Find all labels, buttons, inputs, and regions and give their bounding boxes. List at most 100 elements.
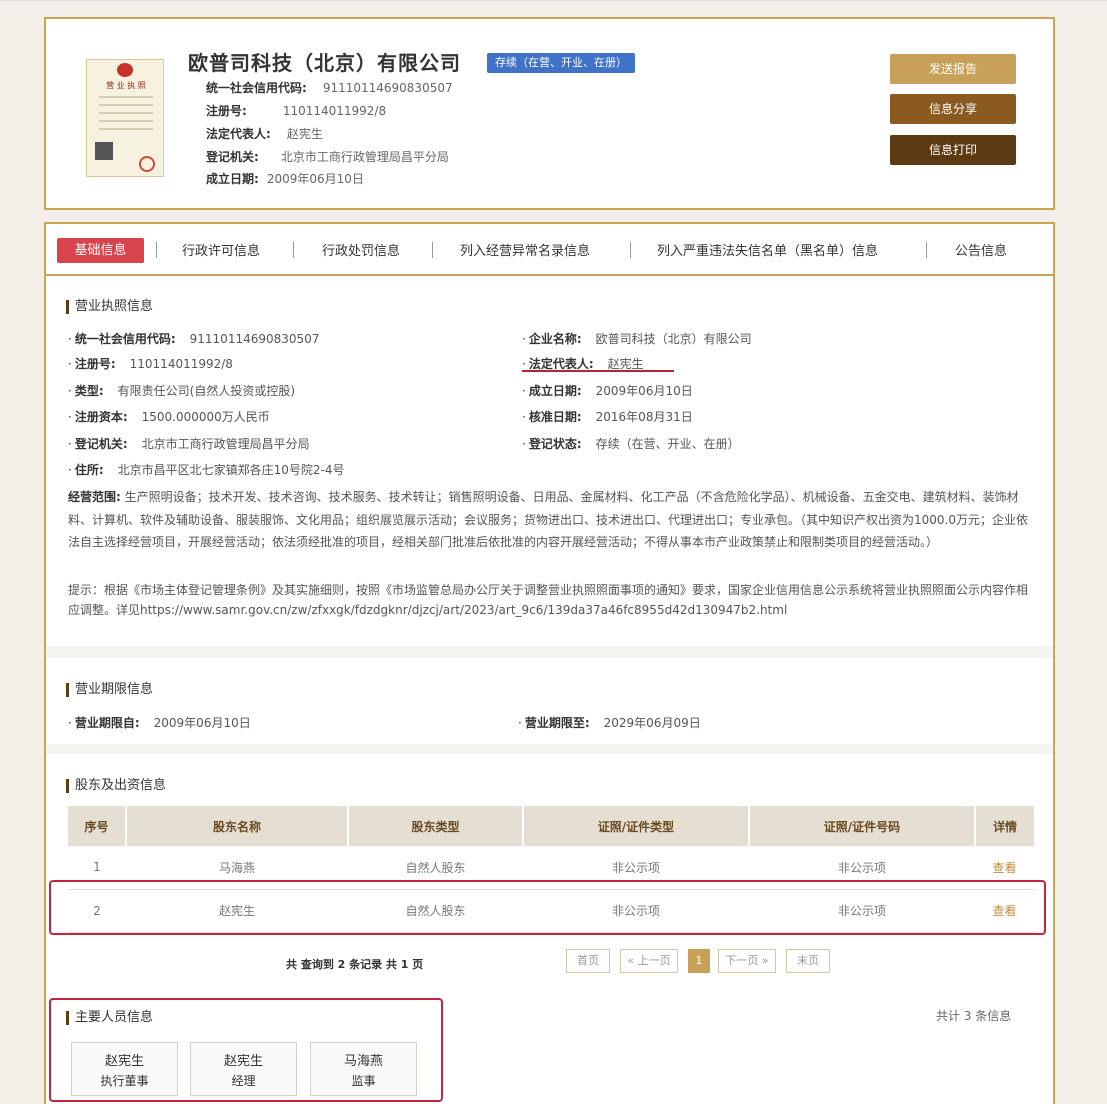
legal-rep-highlight [522, 370, 674, 372]
share-info-button[interactable]: 信息分享 [890, 94, 1016, 124]
field-value: 1500.000000万人民币 [141, 410, 270, 424]
license-line [99, 112, 153, 114]
business-scope-text: 生产照明设备；技术开发、技术咨询、技术服务、技术转让；销售照明设备、日用品、金属… [68, 490, 1028, 549]
field-founded-date: · 成立日期: 2009年06月10日 [522, 384, 693, 398]
national-emblem-icon [117, 63, 133, 77]
field-approval-date: · 核准日期: 2016年08月31日 [522, 410, 693, 424]
field-label: 类型: [74, 384, 104, 398]
field-label: 住所: [74, 463, 104, 477]
tab-admin-license[interactable]: 行政许可信息 [182, 240, 260, 259]
company-header-card: 营 业 执 照 欧普司科技（北京）有限公司 存续（在营、开业、在册） 统一社会信… [44, 17, 1055, 210]
license-line [99, 104, 153, 106]
header-reg-number: 注册号: 110114011992/8 [206, 102, 386, 119]
staff-role: 监事 [351, 1074, 376, 1088]
license-line [99, 96, 153, 98]
field-label: 统一社会信用代码: [74, 332, 176, 346]
field-label: 营业期限自: [74, 716, 140, 730]
field-reg-status: · 登记状态: 存续（在营、开业、在册） [522, 437, 740, 451]
business-license-thumbnail[interactable]: 营 业 执 照 [86, 59, 164, 177]
staff-section-title: 主要人员信息 [66, 1011, 153, 1025]
main-info-card: 基础信息 行政许可信息 行政处罚信息 列入经营异常名录信息 列入严重违法失信名单… [44, 222, 1055, 1104]
field-label: 注册号: [206, 104, 247, 118]
pager-prev-button[interactable]: « 上一页 [620, 949, 678, 973]
tab-announcements[interactable]: 公告信息 [955, 240, 1007, 259]
column-header: 序号 [68, 806, 127, 846]
staff-total-count: 共计 3 条信息 [936, 1009, 1012, 1023]
pager-page-1[interactable]: 1 [688, 949, 710, 973]
field-label: 核准日期: [528, 410, 582, 424]
top-divider [0, 0, 1107, 1]
field-value: 赵宪生 [607, 357, 644, 371]
business-scope: 经营范围: 生产照明设备；技术开发、技术咨询、技术服务、技术转让；销售照明设备、… [68, 486, 1028, 554]
staff-name: 赵宪生 [223, 1054, 263, 1069]
field-value: 北京市工商行政管理局昌平分局 [141, 437, 310, 451]
column-header: 证照/证件号码 [749, 806, 976, 846]
shareholder-row-highlight [49, 880, 1046, 935]
header-credit-code: 统一社会信用代码: 91110114690830507 [206, 79, 453, 96]
pager-last-button[interactable]: 末页 [786, 949, 830, 973]
field-value: 赵宪生 [286, 127, 323, 141]
field-value: 2029年06月09日 [603, 716, 701, 730]
header-legal-rep: 法定代表人: 赵宪生 [206, 125, 323, 142]
field-label: 注册号: [74, 357, 116, 371]
field-label: 法定代表人: [206, 127, 271, 141]
staff-card[interactable]: 赵宪生 经理 [190, 1042, 297, 1096]
field-label: 统一社会信用代码: [206, 81, 307, 95]
field-value: 2009年06月10日 [266, 172, 364, 186]
field-label: 登记机关: [74, 437, 128, 451]
tab-separator [293, 242, 294, 258]
table-header-row: 序号 股东名称 股东类型 证照/证件类型 证照/证件号码 详情 [68, 806, 1034, 846]
field-label: 法定代表人: [528, 357, 594, 371]
field-value: 2016年08月31日 [595, 410, 693, 424]
field-reg-number: · 注册号: 110114011992/8 [68, 357, 233, 371]
field-label: 登记机关: [206, 150, 259, 164]
staff-card[interactable]: 马海燕 监事 [310, 1042, 417, 1096]
staff-role: 执行董事 [100, 1074, 149, 1088]
license-title: 营 业 执 照 [106, 81, 146, 90]
print-info-button[interactable]: 信息打印 [890, 135, 1016, 165]
column-header: 证照/证件类型 [523, 806, 750, 846]
field-value: 欧普司科技（北京）有限公司 [595, 332, 752, 346]
field-label: 企业名称: [528, 332, 582, 346]
field-company-name: · 企业名称: 欧普司科技（北京）有限公司 [522, 332, 752, 346]
field-value: 110114011992/8 [282, 104, 387, 118]
tab-separator [432, 242, 433, 258]
company-name: 欧普司科技（北京）有限公司 [188, 51, 461, 75]
field-value: 91110114690830507 [322, 81, 453, 95]
official-seal-icon [139, 156, 155, 172]
send-report-button[interactable]: 发送报告 [890, 54, 1016, 84]
field-label: 注册资本: [74, 410, 128, 424]
staff-role: 经理 [231, 1074, 256, 1088]
field-label: 经营范围: [68, 490, 121, 504]
pager-first-button[interactable]: 首页 [566, 949, 610, 973]
section-divider [46, 646, 1053, 658]
tab-separator [156, 242, 157, 258]
tab-separator [926, 242, 927, 258]
field-label: 营业期限至: [524, 716, 590, 730]
field-label: 成立日期: [528, 384, 582, 398]
section-divider [46, 744, 1053, 754]
field-type: · 类型: 有限责任公司(自然人投资或控股) [68, 384, 296, 398]
field-label: 登记状态: [528, 437, 582, 451]
pager-summary: 共 查询到 2 条记录 共 1 页 [286, 958, 424, 971]
tab-abnormal-list[interactable]: 列入经营异常名录信息 [460, 240, 590, 259]
field-label: 成立日期: [206, 172, 259, 186]
field-value: 北京市昌平区北七家镇郑各庄10号院2-4号 [117, 463, 345, 477]
header-reg-authority: 登记机关: 北京市工商行政管理局昌平分局 [206, 148, 449, 165]
tab-admin-penalty[interactable]: 行政处罚信息 [322, 240, 400, 259]
field-reg-capital: · 注册资本: 1500.000000万人民币 [68, 410, 270, 424]
column-header: 股东名称 [126, 806, 349, 846]
tab-bar: 基础信息 行政许可信息 行政处罚信息 列入经营异常名录信息 列入严重违法失信名单… [46, 224, 1053, 276]
tab-basic-info[interactable]: 基础信息 [57, 238, 144, 263]
tab-separator [630, 242, 631, 258]
term-section-title: 营业期限信息 [66, 683, 153, 697]
field-value: 110114011992/8 [129, 357, 233, 371]
tab-blacklist[interactable]: 列入严重违法失信名单（黑名单）信息 [657, 240, 878, 259]
field-value: 2009年06月10日 [153, 716, 251, 730]
license-line [99, 128, 153, 130]
pager-next-button[interactable]: 下一页 » [718, 949, 776, 973]
status-badge: 存续（在营、开业、在册） [487, 53, 635, 73]
shareholder-section-title: 股东及出资信息 [66, 779, 166, 793]
column-header: 股东类型 [348, 806, 524, 846]
staff-card[interactable]: 赵宪生 执行董事 [71, 1042, 178, 1096]
